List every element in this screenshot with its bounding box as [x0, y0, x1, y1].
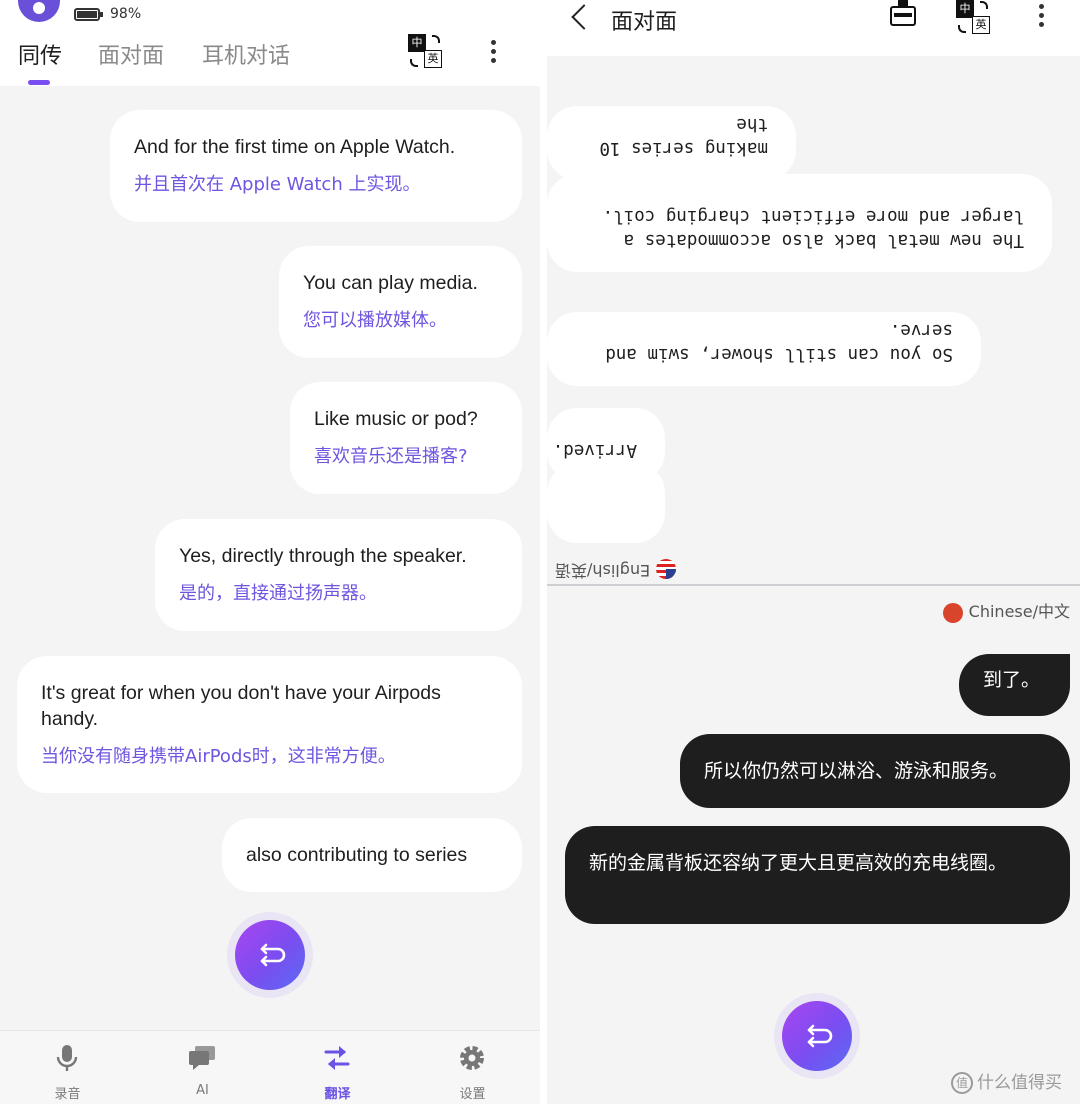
chinese-message-bubble: 到了。 — [959, 654, 1070, 716]
flipped-message-bubble: making series 10 the — [547, 106, 796, 180]
message-source-text: And for the first time on Apple Watch. — [134, 136, 456, 158]
switch-language-button[interactable] — [235, 920, 305, 990]
watermark-logo-icon: 值 — [951, 1072, 973, 1094]
nav-label: AI — [196, 1083, 209, 1098]
face-to-face-screen: 面对面 中 英 English/英语 Arrived. So you can s… — [547, 0, 1080, 1104]
message-bubble: It's great for when you don't have your … — [17, 656, 522, 793]
bottom-navigation: 录音 AI 翻译 设置 — [0, 1030, 540, 1104]
flipped-message-text: Arrived. — [552, 440, 637, 460]
page-title: 面对面 — [611, 10, 678, 35]
flipped-message-bubble: The new metal back also accommodates a l… — [547, 174, 1052, 272]
flipped-message-bubble: Arrived. — [547, 408, 665, 482]
bottom-language-label[interactable]: Chinese/中文 — [942, 598, 1070, 623]
flipped-message-bubble: So you can still shower, swim and serve. — [547, 312, 981, 386]
watermark: 值什么值得买 — [951, 1068, 1062, 1094]
more-options-icon[interactable] — [490, 40, 496, 66]
flipped-message-text: The new metal back also accommodates a l… — [602, 206, 1024, 250]
chinese-message-text: 所以你仍然可以淋浴、游泳和服务。 — [704, 760, 1009, 782]
message-source-text: It's great for when you don't have your … — [41, 682, 441, 730]
simultaneous-translation-screen: 98% 同传 面对面 耳机对话 中 英 And for the first ti… — [0, 0, 540, 1104]
nav-item-record[interactable]: 录音 — [0, 1031, 135, 1104]
chinese-message-text: 到了。 — [983, 669, 1041, 691]
english-glyph: 英 — [972, 16, 990, 34]
opposite-speaker-area: English/英语 Arrived. So you can still sho… — [547, 56, 1080, 584]
message-translation-text: 当你没有随身携带AirPods时，这非常方便。 — [41, 746, 396, 767]
top-bar: 面对面 中 英 — [547, 0, 1080, 56]
message-source-text: also contributing to series — [246, 844, 468, 866]
language-switch-icon[interactable]: 中 英 — [408, 34, 442, 68]
swap-icon — [324, 1046, 350, 1070]
nav-label: 录音 — [54, 1087, 81, 1102]
message-translation-text: 喜欢音乐还是播客? — [314, 446, 468, 467]
language-switch-icon[interactable]: 中 英 — [956, 0, 990, 34]
chinese-message-text: 新的金属背板还容纳了更大且更高效的充电线圈。 — [589, 852, 1008, 874]
message-bubble: You can play media. 您可以播放媒体。 — [279, 246, 522, 358]
message-bubble: And for the first time on Apple Watch. 并… — [110, 110, 522, 222]
swap-arrows-icon — [807, 1024, 833, 1048]
back-arrow-icon[interactable] — [571, 4, 597, 30]
message-translation-text: 您可以播放媒体。 — [303, 310, 447, 331]
china-flag-icon — [942, 602, 963, 623]
bottom-language-text: Chinese/中文 — [968, 602, 1070, 621]
message-translation-text: 并且首次在 Apple Watch 上实现。 — [134, 174, 421, 195]
tab-face-to-face[interactable]: 面对面 — [98, 38, 164, 70]
gear-icon — [460, 1046, 484, 1070]
flipped-message-text: So you can still shower, swim and serve. — [605, 320, 953, 364]
flipped-message-text: making series 10 the — [599, 114, 768, 158]
battery-icon — [74, 8, 103, 21]
swap-arrows-icon — [260, 943, 286, 967]
device-mode-icon[interactable] — [890, 0, 916, 26]
english-glyph: 英 — [424, 50, 442, 68]
more-options-icon[interactable] — [1038, 4, 1044, 30]
rotated-conversation: English/英语 Arrived. So you can still sho… — [547, 56, 1080, 584]
message-bubble: Yes, directly through the speaker. 是的，直接… — [155, 519, 522, 631]
top-language-text: English/英语 — [555, 561, 651, 580]
speaker-divider — [547, 584, 1080, 586]
message-source-text: You can play media. — [303, 272, 478, 294]
panel-separator — [540, 0, 547, 1104]
message-bubble: Like music or pod? 喜欢音乐还是播客? — [290, 382, 522, 494]
mic-icon — [56, 1045, 78, 1071]
message-source-text: Like music or pod? — [314, 408, 478, 430]
switch-language-button[interactable] — [782, 1001, 852, 1071]
top-language-label[interactable]: English/英语 — [555, 559, 677, 585]
nav-item-settings[interactable]: 设置 — [405, 1031, 540, 1104]
nav-label: 设置 — [459, 1087, 486, 1102]
tab-earphone-dialog[interactable]: 耳机对话 — [202, 38, 290, 70]
chinese-message-bubble: 所以你仍然可以淋浴、游泳和服务。 — [680, 734, 1070, 808]
us-flag-icon — [656, 559, 677, 580]
message-bubble: also contributing to series — [222, 818, 522, 892]
tab-simultaneous[interactable]: 同传 — [18, 38, 62, 70]
message-source-text: Yes, directly through the speaker. — [179, 545, 467, 567]
avatar[interactable] — [18, 0, 60, 22]
message-translation-text: 是的，直接通过扬声器。 — [179, 583, 377, 604]
chinese-message-bubble: 新的金属背板还容纳了更大且更高效的充电线圈。 — [565, 826, 1070, 924]
nav-label: 翻译 — [324, 1087, 351, 1102]
top-bar: 98% 同传 面对面 耳机对话 中 英 — [0, 0, 540, 86]
battery-percentage: 98% — [110, 6, 142, 22]
active-tab-indicator — [28, 80, 50, 85]
watermark-text: 什么值得买 — [977, 1073, 1062, 1093]
nav-item-ai[interactable]: AI — [135, 1031, 270, 1104]
chat-icon — [189, 1046, 215, 1070]
nav-item-translate[interactable]: 翻译 — [270, 1031, 405, 1104]
